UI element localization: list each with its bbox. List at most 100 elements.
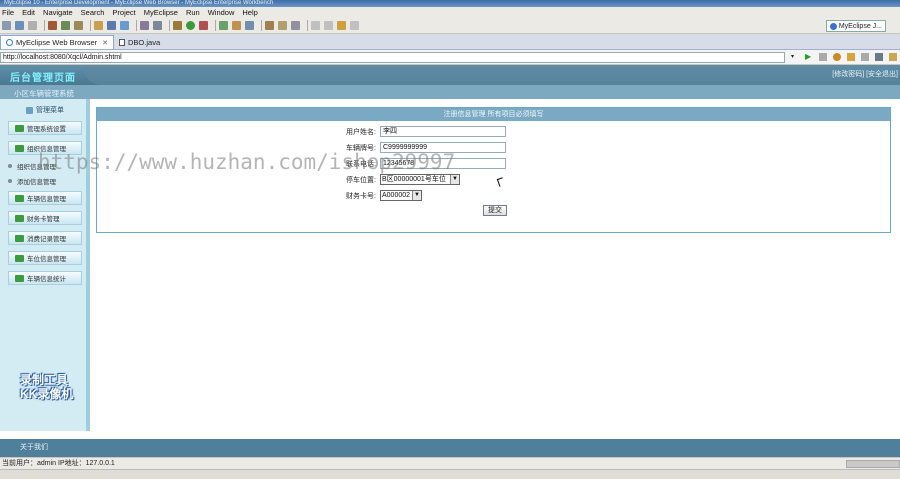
sidebar-item-parking-space[interactable]: 车位信息管理 [8, 251, 82, 265]
card-select[interactable]: A000002 ▼ [380, 190, 422, 201]
chevron-down-icon: ▼ [412, 191, 421, 200]
home-icon[interactable] [889, 53, 897, 61]
page-header: 后台管理页面 [修改密码] [安全退出] [0, 65, 900, 85]
sidebar-heading-label: 管理菜单 [36, 107, 64, 114]
new-class-icon[interactable] [219, 21, 228, 30]
site-subtitle: 小区车辆管理系统 [14, 89, 74, 98]
submit-button[interactable]: 提交 [483, 205, 507, 216]
tab-dbo-java[interactable]: DBO.java [114, 35, 165, 49]
menu-navigate[interactable]: Navigate [43, 8, 73, 17]
refresh-icon[interactable] [833, 53, 841, 61]
new-icon[interactable] [2, 21, 11, 30]
annotation-icon[interactable] [291, 21, 300, 30]
menu-file[interactable]: File [2, 8, 14, 17]
java-file-icon [119, 38, 126, 46]
sidebar-item-vehicle-info[interactable]: 车辆信息管理 [8, 191, 82, 205]
tab-label: MyEclipse Web Browser [16, 38, 98, 47]
search-icon[interactable] [265, 21, 274, 30]
new-package-icon[interactable] [232, 21, 241, 30]
wizard-icon[interactable] [140, 21, 149, 30]
menu-run[interactable]: Run [186, 8, 200, 17]
folder-icon [15, 274, 24, 282]
prev-annotation-icon[interactable] [324, 21, 333, 30]
menu-help[interactable]: Help [242, 8, 257, 17]
settings-icon[interactable] [875, 53, 883, 61]
main-toolbar: MyEclipse J... [0, 18, 900, 34]
chevron-down-icon: ▼ [450, 175, 459, 184]
header-links[interactable]: [修改密码] [安全退出] [832, 69, 898, 79]
sidebar-item-label: 消费记录管理 [27, 236, 66, 243]
sidebar-item-label: 财务卡管理 [27, 216, 60, 223]
toolbar-separator [169, 20, 170, 31]
sidebar-item-consumption-record[interactable]: 消费记录管理 [8, 231, 82, 245]
globe-icon[interactable] [120, 21, 129, 30]
status-bar: 当前用户：admin IP地址：127.0.0.1 [0, 457, 900, 469]
server-icon[interactable] [48, 21, 57, 30]
window-title: MyEclipse 10 - Enterprise Development - … [0, 0, 900, 7]
footer-label[interactable]: 关于我们 [20, 442, 48, 452]
sidebar-item-label: 车位信息管理 [27, 256, 66, 263]
form-row-parking: 停车位置: B区00000001号车位 ▼ [344, 174, 460, 185]
progress-bar [846, 460, 900, 468]
workbench-status-bar [0, 469, 900, 479]
toolbar-separator [261, 20, 262, 31]
bullet-icon [8, 179, 12, 183]
forward-icon[interactable] [350, 21, 359, 30]
go-icon[interactable]: ▶ [805, 53, 813, 61]
deploy-icon[interactable] [61, 21, 70, 30]
menu-icon [26, 106, 33, 114]
toolbar-separator [136, 20, 137, 31]
forward-icon[interactable] [861, 53, 869, 61]
external-tools-icon[interactable] [199, 21, 208, 30]
sidebar-item-system-settings[interactable]: 管理系统设置 [8, 121, 82, 135]
back-icon[interactable] [337, 21, 346, 30]
menu-bar: File Edit Navigate Search Project MyEcli… [0, 7, 900, 18]
menu-project[interactable]: Project [112, 8, 135, 17]
recorder-watermark-line: KK录像机 [20, 387, 74, 401]
edit-icon[interactable] [278, 21, 287, 30]
toolbar-separator [90, 20, 91, 31]
database-icon[interactable] [74, 21, 83, 30]
close-icon[interactable]: ✕ [102, 39, 108, 47]
mouse-cursor-icon [496, 177, 506, 187]
address-bar: http://localhost:8080/Xqcl/Admin.shtml ▾… [0, 50, 900, 65]
header-subbar: 小区车辆管理系统 [0, 85, 900, 99]
card-label: 财务卡号: [346, 192, 376, 200]
card-select-value: A000002 [382, 192, 411, 199]
site-logo: 后台管理页面 [10, 73, 76, 84]
dropdown-arrow-icon[interactable]: ▾ [791, 53, 799, 61]
next-annotation-icon[interactable] [311, 21, 320, 30]
form-row-card: 财务卡号: A000002 ▼ [344, 190, 422, 201]
save-icon[interactable] [15, 21, 24, 30]
back-icon[interactable] [847, 53, 855, 61]
folder-icon [15, 234, 24, 242]
sidebar-item-label: 车辆信息管理 [27, 196, 66, 203]
recorder-watermark: 录制工具 KK录像机 [20, 373, 73, 401]
debug-icon[interactable] [173, 21, 182, 30]
url-input[interactable]: http://localhost:8080/Xqcl/Admin.shtml [0, 51, 785, 63]
menu-search[interactable]: Search [81, 8, 105, 17]
package-icon[interactable] [94, 21, 103, 30]
perspective-switcher[interactable]: MyEclipse J... [825, 20, 886, 32]
sidebar-item-finance-card[interactable]: 财务卡管理 [8, 211, 82, 225]
parking-select-value: B区00000001号车位 [382, 176, 446, 183]
stop-icon[interactable] [819, 53, 827, 61]
folder-icon [15, 254, 24, 262]
status-text: 当前用户：admin IP地址：127.0.0.1 [2, 460, 115, 467]
menu-edit[interactable]: Edit [22, 8, 35, 17]
name-input[interactable]: 李四 [380, 126, 506, 137]
print-icon[interactable] [28, 21, 37, 30]
sidebar-item-vehicle-stats[interactable]: 车辆信息统计 [8, 271, 82, 285]
run-icon[interactable] [186, 21, 195, 30]
sidebar-item-label: 管理系统设置 [27, 126, 66, 133]
open-type-icon[interactable] [245, 21, 254, 30]
parking-select[interactable]: B区00000001号车位 ▼ [380, 174, 460, 185]
tools-icon[interactable] [153, 21, 162, 30]
perspective-label: MyEclipse J... [838, 22, 882, 30]
sidebar-subitem-add-info[interactable]: 添加信息管理 [8, 176, 86, 186]
menu-myeclipse[interactable]: MyEclipse [144, 8, 178, 17]
name-label: 用户姓名: [346, 128, 376, 136]
web-icon[interactable] [107, 21, 116, 30]
tab-web-browser[interactable]: MyEclipse Web Browser ✕ [0, 35, 115, 49]
menu-window[interactable]: Window [208, 8, 235, 17]
